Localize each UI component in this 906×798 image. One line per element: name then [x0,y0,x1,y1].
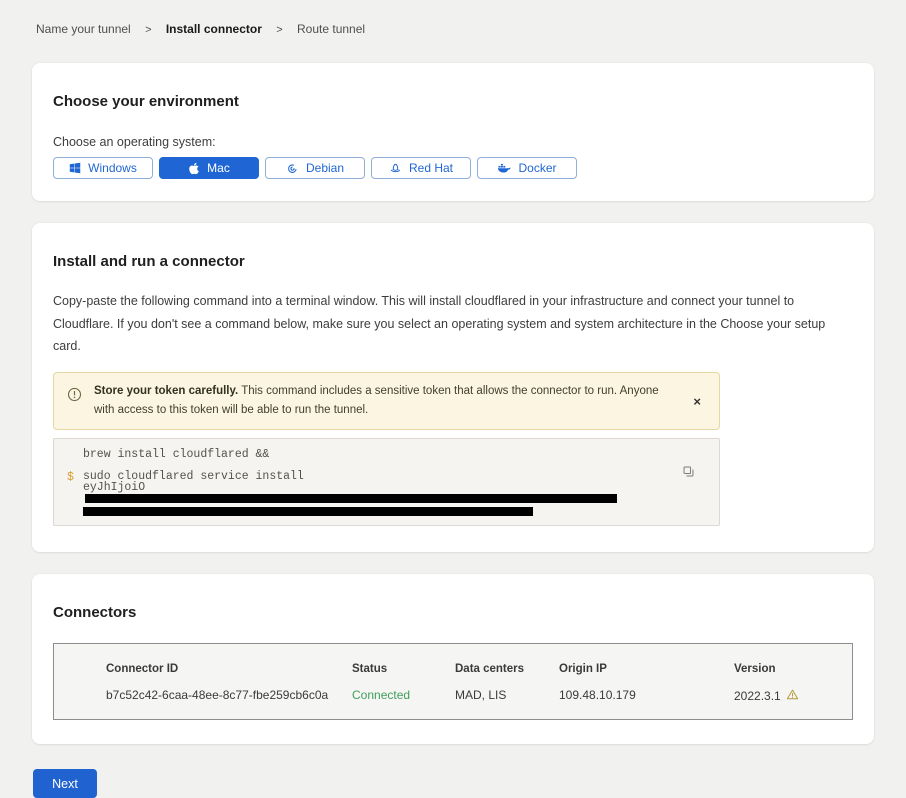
connector-data-centers-cell: MAD, LIS [455,682,559,704]
breadcrumb-separator: > [276,24,282,36]
breadcrumb-step-route-tunnel[interactable]: Route tunnel [297,22,365,36]
os-button-label: Docker [518,161,556,175]
code-line-brew: brew install cloudflared && [83,449,679,461]
os-button-debian[interactable]: Debian [265,157,365,179]
token-prefix: eyJhIjoiO [83,481,145,494]
connector-id-cell: b7c52c42-6caa-48ee-8c77-fbe259cb6c0a [106,682,352,704]
next-button[interactable]: Next [33,769,97,798]
install-description: Copy-paste the following command into a … [53,290,853,358]
debian-icon [286,162,299,175]
connectors-card: Connectors Connector ID Status Data cent… [32,574,874,744]
breadcrumb-step-name-your-tunnel[interactable]: Name your tunnel [36,22,131,36]
breadcrumb: Name your tunnel > Install connector > R… [0,0,906,36]
redacted-token-bar [83,507,533,516]
version-warning-icon [786,688,799,704]
breadcrumb-separator: > [145,24,151,36]
environment-card: Choose your environment Choose an operat… [32,63,874,201]
os-button-group: Windows Mac Debian [53,157,853,179]
os-button-windows[interactable]: Windows [53,157,153,179]
code-line-install: sudo cloudflared service install [83,471,679,483]
copy-icon [682,466,695,481]
copy-command-button[interactable] [682,465,695,481]
token-warning-banner: Store your token carefully. This command… [53,372,720,430]
column-header-status: Status [352,663,455,682]
apple-icon [188,162,200,175]
os-button-label: Red Hat [409,161,453,175]
page: Name your tunnel > Install connector > R… [0,0,906,798]
install-connector-card: Install and run a connector Copy-paste t… [32,223,874,552]
redhat-icon [389,162,402,175]
connector-status-cell: Connected [352,682,455,704]
os-button-label: Mac [207,161,230,175]
os-button-redhat[interactable]: Red Hat [371,157,471,179]
info-icon [67,387,82,407]
docker-icon [497,162,511,174]
warning-text-bold: Store your token carefully. [94,385,238,397]
shell-prompt: $ [67,471,74,484]
os-select-label: Choose an operating system: [53,135,853,149]
dismiss-warning-button[interactable]: × [689,392,705,411]
connectors-card-title: Connectors [53,604,853,621]
connector-version-cell: 2022.3.1 [734,682,842,704]
redacted-token-bar [85,494,617,503]
connectors-table: Connector ID Status Data centers Origin … [53,643,853,720]
environment-card-title: Choose your environment [53,93,853,110]
windows-icon [69,162,81,174]
connector-origin-ip-cell: 109.48.10.179 [559,682,734,704]
column-header-data-centers: Data centers [455,663,559,682]
column-header-version: Version [734,663,842,682]
os-button-mac[interactable]: Mac [159,157,259,179]
install-card-title: Install and run a connector [53,253,853,270]
os-button-label: Debian [306,161,344,175]
command-code-block: brew install cloudflared && $ sudo cloud… [53,438,720,527]
breadcrumb-step-install-connector[interactable]: Install connector [166,22,262,36]
version-value: 2022.3.1 [734,689,781,703]
os-button-label: Windows [88,161,137,175]
column-header-origin-ip: Origin IP [559,663,734,682]
column-header-connector-id: Connector ID [106,663,352,682]
os-button-docker[interactable]: Docker [477,157,577,179]
warning-text: Store your token carefully. This command… [94,382,659,421]
